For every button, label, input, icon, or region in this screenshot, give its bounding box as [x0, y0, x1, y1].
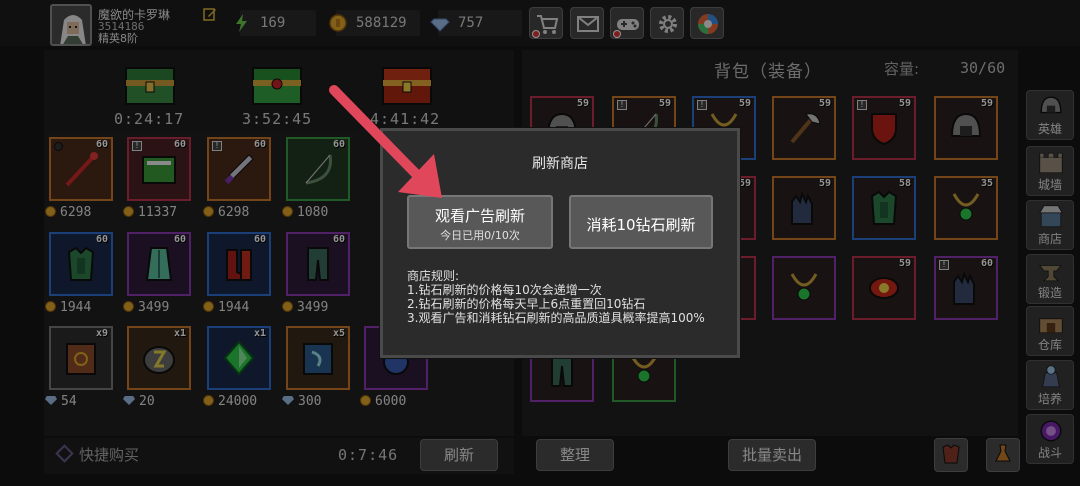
rule-item: 3.观看广告和消耗钻石刷新的高品质道具概率提高100%: [407, 311, 705, 325]
rules-title: 商店规则:: [407, 269, 460, 283]
rule-item: 2.钻石刷新的价格每天早上6点重置回10钻石: [407, 297, 646, 311]
shop-rules: 商店规则: 1.钻石刷新的价格每10次会递增一次 2.钻石刷新的价格每天早上6点…: [407, 269, 727, 325]
diamond-refresh-button[interactable]: 消耗10钻石刷新: [569, 195, 713, 249]
rule-item: 1.钻石刷新的价格每10次会递增一次: [407, 283, 602, 297]
ad-usage-count: 今日已用0/10次: [440, 229, 520, 242]
tutorial-arrow-icon: [329, 85, 442, 198]
diamond-refresh-label: 消耗10钻石刷新: [586, 216, 696, 234]
